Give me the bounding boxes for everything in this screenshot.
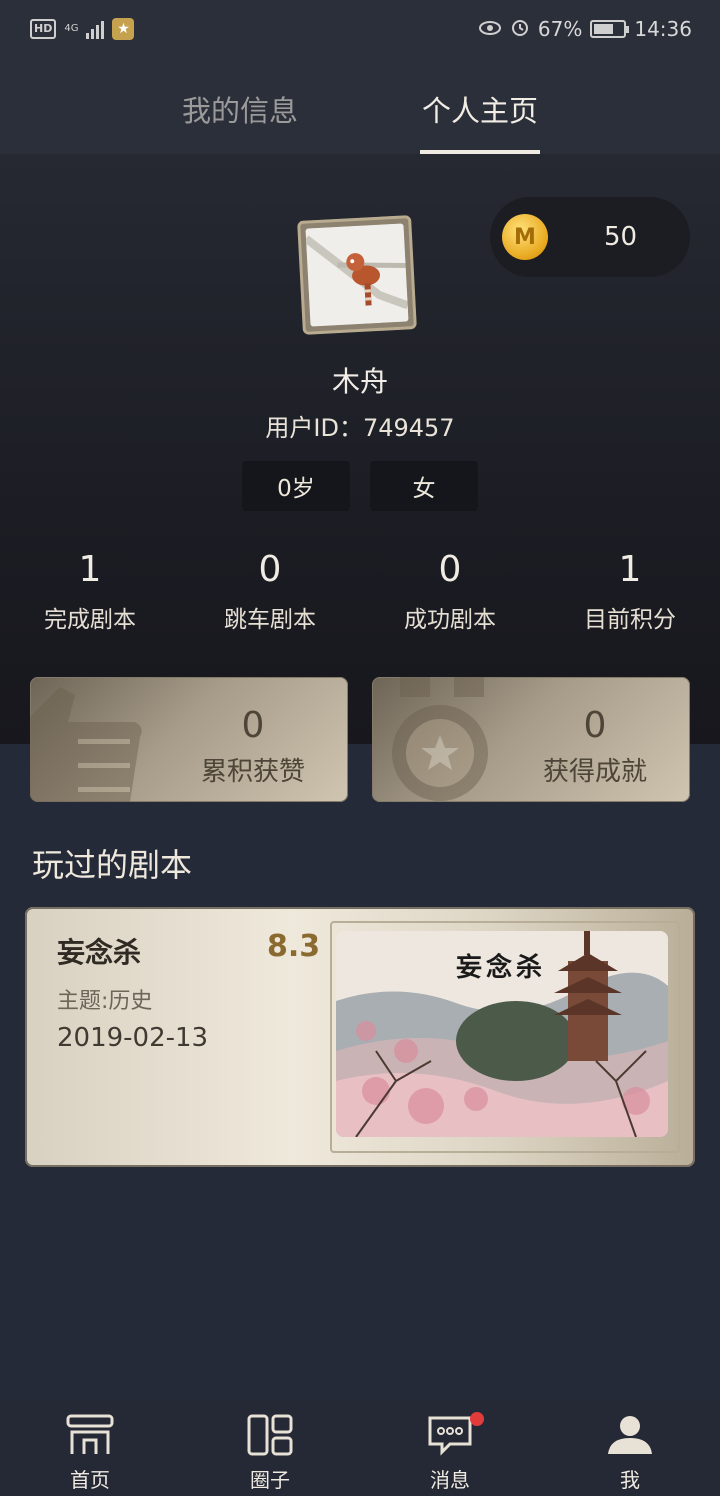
status-bar: HD 4G ★ 67% 14:36 — [0, 0, 720, 58]
script-name: 妄念杀 — [57, 936, 142, 969]
status-right: 67% 14:36 — [478, 17, 692, 42]
likes-value: 0 — [241, 705, 265, 746]
top-tabs: 我的信息 个人主页 — [0, 58, 720, 154]
tab-my-info[interactable]: 我的信息 — [180, 58, 300, 154]
stat-label: 完成剧本 — [44, 607, 136, 633]
script-theme: 主题:历史 — [57, 989, 153, 1014]
stat-completed[interactable]: 1 完成剧本 — [0, 548, 180, 634]
thumbs-up-icon — [30, 677, 150, 802]
eye-icon — [478, 17, 502, 41]
home-icon — [66, 1414, 114, 1460]
script-cover-image: 妄念杀 — [336, 931, 668, 1137]
achievements-card[interactable]: 0 获得成就 — [372, 677, 690, 802]
achievements-label: 获得成就 — [542, 757, 647, 787]
stat-label: 跳车剧本 — [224, 607, 316, 633]
achievements-value: 0 — [583, 705, 607, 746]
script-card[interactable]: 妄念杀 8.3 主题:历史 2019-02-13 妄念杀 — [25, 907, 695, 1167]
avatar[interactable] — [297, 215, 417, 335]
tab-personal-home[interactable]: 个人主页 — [420, 58, 540, 154]
stats-row: 1 完成剧本 0 跳车剧本 0 成功剧本 1 目前积分 — [0, 548, 720, 634]
stat-label: 成功剧本 — [404, 607, 496, 633]
nickname: 木舟 — [331, 365, 388, 398]
status-left: HD 4G ★ — [30, 18, 135, 40]
message-icon — [426, 1414, 474, 1460]
medal-icon — [382, 677, 502, 802]
likes-label: 累积获赞 — [200, 757, 305, 787]
stat-value: 1 — [78, 549, 102, 590]
nav-circle[interactable]: 圈子 — [180, 1400, 360, 1496]
circle-icon — [247, 1414, 293, 1460]
nav-label: 我 — [620, 1468, 640, 1492]
user-id: 用户ID：749457 — [265, 414, 455, 442]
nav-label: 消息 — [430, 1468, 470, 1492]
stat-value: 0 — [438, 549, 462, 590]
script-date: 2019-02-13 — [57, 1023, 209, 1053]
app-notification-icon: ★ — [112, 18, 135, 40]
likes-card[interactable]: 0 累积获赞 — [30, 677, 348, 802]
profile-tags: 0岁 女 — [242, 461, 478, 511]
hd-indicator: HD — [30, 19, 57, 39]
nav-home[interactable]: 首页 — [0, 1400, 180, 1496]
avatar-image — [305, 223, 409, 327]
stat-value: 1 — [618, 549, 642, 590]
stat-success[interactable]: 0 成功剧本 — [360, 548, 540, 634]
coin-balance[interactable]: M 50 — [490, 197, 690, 277]
battery-percent: 67% — [537, 17, 583, 41]
nav-messages[interactable]: 消息 — [360, 1400, 540, 1496]
script-cover-title: 妄念杀 — [456, 953, 547, 983]
age-tag: 0岁 — [242, 461, 350, 511]
profile-icon — [606, 1414, 654, 1460]
coin-value: 50 — [604, 222, 638, 252]
stat-label: 目前积分 — [584, 607, 676, 633]
played-scripts-title: 玩过的剧本 — [32, 846, 193, 884]
notification-badge — [470, 1412, 484, 1426]
gender-tag: 女 — [370, 461, 478, 511]
nav-me[interactable]: 我 — [540, 1400, 720, 1496]
coin-icon: M — [502, 214, 548, 260]
battery-icon — [590, 20, 630, 38]
stat-value: 0 — [258, 549, 282, 590]
signal-icon — [86, 19, 105, 39]
alarm-icon — [510, 17, 530, 42]
bottom-nav: 首页 圈子 消息 我 — [0, 1400, 720, 1496]
script-score: 8.3 — [267, 929, 321, 964]
nav-label: 首页 — [70, 1468, 110, 1492]
nav-label: 圈子 — [250, 1468, 290, 1492]
stat-points[interactable]: 1 目前积分 — [540, 548, 720, 634]
network-type: 4G — [64, 23, 79, 34]
clock: 14:36 — [634, 17, 692, 41]
stat-abandoned[interactable]: 0 跳车剧本 — [180, 548, 360, 634]
